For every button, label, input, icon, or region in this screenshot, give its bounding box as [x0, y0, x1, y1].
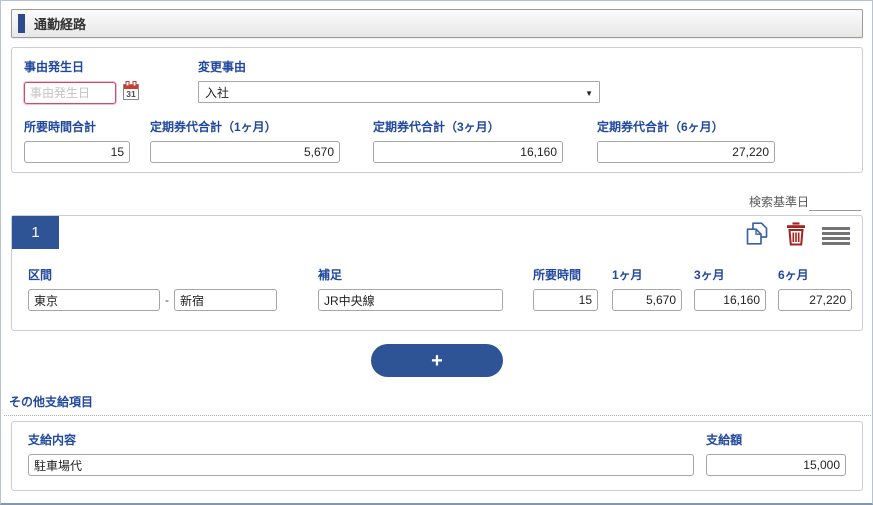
section-separator: -	[165, 293, 169, 307]
summary-panel: 事由発生日 31 変更事由	[11, 47, 863, 173]
pass-total-3m-input[interactable]	[373, 141, 563, 163]
page-title: 通勤経路	[34, 17, 87, 32]
route-3m-label: 3ヶ月	[694, 268, 725, 282]
allowance-content-label: 支給内容	[28, 433, 77, 447]
search-base-date-label: 検索基準日	[748, 195, 809, 209]
chevron-down-icon: ▼	[585, 89, 593, 98]
route-1m-input[interactable]	[612, 289, 682, 311]
search-base-date-field[interactable]	[809, 197, 861, 211]
change-reason-selected-value: 入社	[205, 85, 230, 100]
change-reason-label: 変更事由	[198, 60, 247, 74]
commute-route-page: 通勤経路 事由発生日 31	[0, 0, 873, 505]
other-allowance-section-title: その他支給項目	[4, 391, 871, 416]
time-total-label: 所要時間合計	[24, 120, 97, 134]
note-label: 補足	[318, 268, 343, 282]
svg-text:31: 31	[126, 89, 136, 99]
header-accent-bar	[18, 14, 25, 33]
search-base-date: 検索基準日	[749, 193, 861, 211]
delete-icon[interactable]	[785, 221, 807, 249]
reason-date-label: 事由発生日	[24, 60, 85, 74]
route-3m-input[interactable]	[694, 289, 766, 311]
route-6m-input[interactable]	[778, 289, 852, 311]
drag-handle-icon[interactable]	[822, 225, 850, 245]
section-label: 区間	[28, 268, 53, 282]
section-from-input[interactable]	[28, 289, 160, 311]
route-time-input[interactable]	[533, 289, 598, 311]
allowance-amount-input[interactable]	[706, 454, 846, 476]
other-allowance-panel: 支給内容 支給額	[11, 421, 863, 491]
add-route-button[interactable]: +	[371, 344, 503, 377]
time-total-input[interactable]	[24, 141, 130, 163]
pass-total-1m-input[interactable]	[150, 141, 340, 163]
calendar-icon[interactable]: 31	[122, 81, 140, 104]
route-index-badge: 1	[12, 216, 59, 249]
section-to-input[interactable]	[174, 289, 277, 311]
pass-total-6m-label: 定期券代合計（6ヶ月）	[597, 120, 724, 134]
note-input[interactable]	[318, 289, 503, 311]
allowance-content-input[interactable]	[28, 454, 695, 476]
section-header: 通勤経路	[11, 9, 863, 38]
pass-total-6m-input[interactable]	[597, 141, 775, 163]
copy-icon[interactable]	[744, 221, 770, 249]
route-time-label: 所要時間	[533, 268, 582, 282]
allowance-amount-label: 支給額	[706, 433, 743, 447]
pass-total-1m-label: 定期券代合計（1ヶ月）	[150, 120, 277, 134]
reason-date-input[interactable]	[24, 81, 116, 104]
route-row: 1 区間 東京 - 新宿 補足 JR中央線 所要時間 15 1ヶ月 5,670 …	[11, 215, 863, 331]
route-6m-label: 6ヶ月	[778, 268, 809, 282]
change-reason-select[interactable]: 入社 ▼	[198, 81, 600, 103]
route-1m-label: 1ヶ月	[612, 268, 643, 282]
pass-total-3m-label: 定期券代合計（3ヶ月）	[373, 120, 500, 134]
